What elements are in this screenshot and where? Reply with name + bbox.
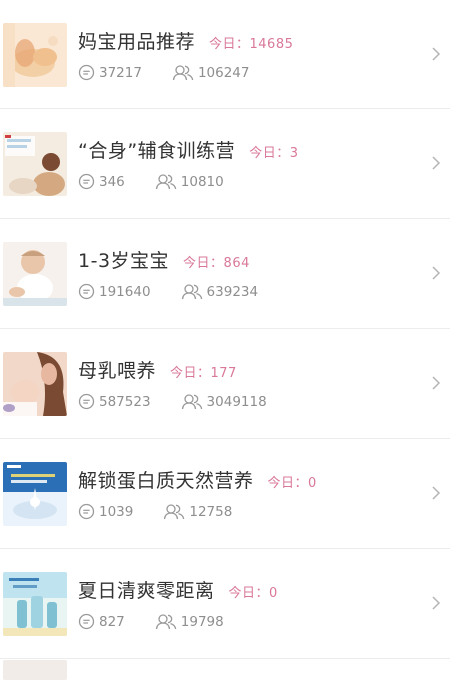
today-count: 今日：177 [170,366,237,381]
member-count: 19798 [180,613,224,630]
forum-title: 母乳喂养 [78,360,157,382]
comment-bubble-icon [78,393,95,410]
comment-bubble-icon [78,173,95,190]
forum-item-summer-refresh[interactable]: 夏日清爽零距离 今日：0 827 19798 [0,549,450,659]
post-count: 827 [99,613,125,630]
comment-bubble-icon [78,283,95,300]
forum-item-protein-nutrition[interactable]: 解锁蛋白质天然营养 今日：0 1039 12758 [0,439,450,549]
group-members-icon [155,614,177,630]
forum-title: 1-3岁宝宝 [78,250,170,272]
today-count: 今日：0 [228,586,278,601]
group-members-icon [181,394,202,410]
today-count: 今日：0 [267,476,317,491]
forum-title: 解锁蛋白质天然营养 [78,470,254,492]
breastfeeding-image [3,352,67,416]
post-count: 587523 [99,393,151,410]
forum-item-toddlers[interactable]: 1-3岁宝宝 今日：864 191640 639234 [0,219,450,329]
forum-item-mom-baby-products[interactable]: 妈宝用品推荐 今日：14685 37217 106247 [0,0,450,109]
chevron-right-icon [432,596,441,610]
chevron-right-icon [432,47,441,61]
comment-bubble-icon [78,64,95,81]
group-members-icon [172,65,194,81]
chevron-right-icon [432,266,441,280]
mother-feeding-image [3,132,67,196]
forum-list: 妈宝用品推荐 今日：14685 37217 106247 “合身”辅食训练营 今… [0,0,450,659]
group-members-icon [164,504,185,520]
partial-thumbnail-image [3,660,67,680]
post-count: 191640 [99,283,151,300]
chevron-right-icon [432,486,441,500]
forum-title: 妈宝用品推荐 [78,31,196,53]
post-count: 346 [99,173,125,190]
group-members-icon [181,284,202,300]
forum-title: “合身”辅食训练营 [78,140,236,162]
member-count: 3049118 [206,393,267,410]
forum-title: 夏日清爽零距离 [78,580,215,602]
milk-nutrition-ad-image [3,462,67,526]
forum-item-complementary-food-camp[interactable]: “合身”辅食训练营 今日：3 346 10810 [0,109,450,219]
post-count: 37217 [99,64,142,81]
comment-bubble-icon [78,613,95,630]
today-count: 今日：14685 [209,37,294,52]
forum-item-partial[interactable] [0,660,450,680]
post-count: 1039 [99,503,134,520]
today-count: 今日：3 [249,146,299,161]
today-count: 今日：864 [183,256,250,271]
summer-bottles-image [3,572,67,636]
comment-bubble-icon [78,503,95,520]
baby-feet-image [3,23,67,87]
toddler-image [3,242,67,306]
forum-item-breastfeeding[interactable]: 母乳喂养 今日：177 587523 3049118 [0,329,450,439]
chevron-right-icon [432,376,441,390]
member-count: 10810 [180,173,224,190]
member-count: 639234 [206,283,259,300]
group-members-icon [155,174,177,190]
member-count: 12758 [189,503,233,520]
chevron-right-icon [432,156,441,170]
member-count: 106247 [197,64,250,81]
